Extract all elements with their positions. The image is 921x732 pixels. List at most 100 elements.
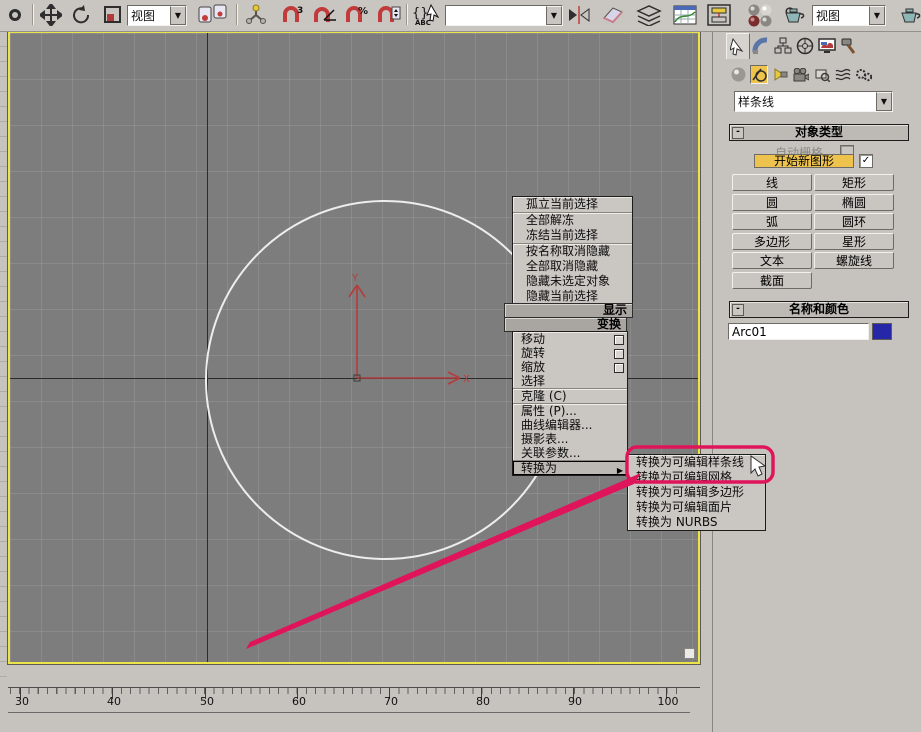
category-systems-icon[interactable]: [855, 65, 873, 84]
track-bar[interactable]: 30 40 50 60 70 80 90 100: [8, 687, 700, 714]
menu-item-dope-sheet[interactable]: 摄影表...: [513, 432, 627, 446]
window-left-edge: [0, 31, 7, 688]
chevron-down-icon[interactable]: ▼: [546, 6, 562, 25]
tab-utilities[interactable]: [838, 33, 860, 58]
menu-item-select[interactable]: 选择: [513, 374, 627, 389]
render-view-value: 视图: [813, 7, 869, 24]
submenu-item-editable-spline[interactable]: 转换为可编辑样条线: [628, 455, 765, 470]
mirror-icon[interactable]: [566, 3, 592, 27]
shape-category-dropdown[interactable]: 样条线 ▼: [734, 91, 893, 112]
rollout-object-type[interactable]: - 对象类型: [729, 124, 909, 141]
reference-coordinate-dropdown[interactable]: 视图 ▼: [127, 5, 187, 26]
quad-title-display[interactable]: 显示: [504, 303, 633, 318]
rollout-title: 对象类型: [795, 125, 843, 139]
render-view-dropdown[interactable]: 视图 ▼: [812, 5, 886, 26]
shape-button-arc[interactable]: 弧: [732, 213, 812, 230]
spinner-snap-icon[interactable]: [374, 3, 404, 27]
shape-button-section[interactable]: 截面: [732, 272, 812, 289]
menu-item-scale[interactable]: 缩放: [513, 360, 627, 374]
rollout-collapse-icon[interactable]: -: [732, 127, 744, 139]
quick-render-icon[interactable]: [898, 3, 921, 27]
start-new-shape-button[interactable]: 开始新图形: [754, 154, 854, 168]
chevron-down-icon[interactable]: ▼: [170, 6, 186, 25]
select-object-icon[interactable]: [2, 3, 28, 27]
shape-button-ellipse[interactable]: 椭圆: [814, 194, 894, 211]
menu-item-convert-to[interactable]: 转换为▶: [513, 461, 627, 475]
shape-button-rectangle[interactable]: 矩形: [814, 174, 894, 191]
shape-button-helix[interactable]: 螺旋线: [814, 252, 894, 269]
tab-create[interactable]: [726, 33, 750, 59]
material-editor-icon[interactable]: [744, 3, 776, 27]
menu-item-wire-parameters[interactable]: 关联参数...: [513, 446, 627, 461]
pivot-center-icon[interactable]: [196, 3, 230, 27]
svg-text:3: 3: [297, 6, 303, 16]
shape-button-donut[interactable]: 圆环: [814, 213, 894, 230]
category-spacewarps-icon[interactable]: [834, 65, 852, 84]
align-icon[interactable]: [600, 3, 626, 27]
curve-editor-icon[interactable]: [672, 3, 698, 27]
viewport-resize-handle[interactable]: [684, 648, 695, 659]
chevron-down-icon[interactable]: ▼: [869, 6, 885, 25]
category-geometry-icon[interactable]: [729, 65, 747, 84]
select-move-icon[interactable]: [38, 3, 64, 27]
select-scale-icon[interactable]: [100, 3, 126, 27]
layer-manager-icon[interactable]: [636, 3, 662, 27]
submenu-item-nurbs[interactable]: 转换为 NURBS: [628, 515, 765, 530]
named-selection-dropdown[interactable]: ▼: [445, 5, 563, 26]
menu-item-properties[interactable]: 属性 (P)...: [513, 404, 627, 418]
select-rotate-icon[interactable]: [68, 3, 94, 27]
menu-item[interactable]: 孤立当前选择: [513, 197, 632, 213]
ruler-label: 100: [658, 695, 679, 708]
quad-title-transform[interactable]: 变换: [504, 317, 627, 332]
menu-item-rotate[interactable]: 旋转: [513, 346, 627, 360]
object-name-input[interactable]: Arc01: [728, 323, 869, 340]
shape-button-line[interactable]: 线: [732, 174, 812, 191]
shape-button-star[interactable]: 星形: [814, 233, 894, 250]
menu-item-curve-editor[interactable]: 曲线编辑器...: [513, 418, 627, 432]
rollout-collapse-icon[interactable]: -: [732, 304, 744, 316]
ruler-label: 80: [476, 695, 490, 708]
tab-display[interactable]: [816, 33, 838, 58]
shape-button-circle[interactable]: 圆: [732, 194, 812, 211]
submenu-item-editable-mesh[interactable]: 转换为可编辑网格: [628, 470, 765, 485]
settings-box-icon[interactable]: [614, 363, 624, 373]
create-categories: [729, 65, 873, 84]
menu-item[interactable]: 按名称取消隐藏: [513, 244, 632, 259]
menu-item-move[interactable]: 移动: [513, 332, 627, 346]
object-color-swatch[interactable]: [872, 323, 892, 340]
ruler-label: 40: [107, 695, 121, 708]
category-lights-icon[interactable]: [771, 65, 789, 84]
shape-button-text[interactable]: 文本: [732, 252, 812, 269]
quad-menu-transform: 移动 旋转 缩放 选择 克隆 (C) 属性 (P)... 曲线编辑器... 摄影…: [512, 331, 628, 476]
schematic-view-icon[interactable]: [706, 3, 732, 27]
snap-toggle-3d-icon[interactable]: 3: [278, 3, 308, 27]
settings-box-icon[interactable]: [614, 349, 624, 359]
menu-item[interactable]: 隐藏未选定对象: [513, 274, 632, 289]
percent-snap-icon[interactable]: %: [342, 3, 372, 27]
angle-snap-icon[interactable]: [310, 3, 340, 27]
rollout-name-color[interactable]: - 名称和颜色: [729, 301, 909, 318]
chevron-down-icon[interactable]: ▼: [876, 92, 892, 111]
category-shapes-icon[interactable]: [750, 65, 768, 84]
3dsmax-window: 视图 ▼ 3 % {}ABC ▼: [0, 0, 921, 732]
tab-modify[interactable]: [750, 33, 772, 58]
menu-item[interactable]: 隐藏当前选择: [513, 289, 632, 304]
settings-box-icon[interactable]: [614, 335, 624, 345]
ruler-baseline: [8, 712, 690, 713]
menu-item[interactable]: 全部解冻: [513, 213, 632, 228]
shape-button-ngon[interactable]: 多边形: [732, 233, 812, 250]
convert-to-submenu: 转换为可编辑样条线 转换为可编辑网格 转换为可编辑多边形 转换为可编辑面片 转换…: [627, 454, 766, 531]
tab-motion[interactable]: [794, 33, 816, 58]
start-new-shape-checkbox[interactable]: ✓: [859, 154, 873, 168]
menu-item[interactable]: 全部取消隐藏: [513, 259, 632, 274]
category-helpers-icon[interactable]: [813, 65, 831, 84]
render-setup-icon[interactable]: [782, 3, 808, 27]
named-selection-icon[interactable]: {}ABC: [410, 3, 442, 27]
submenu-item-editable-poly[interactable]: 转换为可编辑多边形: [628, 485, 765, 500]
category-cameras-icon[interactable]: [792, 65, 810, 84]
tab-hierarchy[interactable]: [772, 33, 794, 58]
menu-item-clone[interactable]: 克隆 (C): [513, 389, 627, 404]
select-manipulate-icon[interactable]: [243, 3, 269, 27]
menu-item[interactable]: 冻结当前选择: [513, 228, 632, 244]
submenu-item-editable-patch[interactable]: 转换为可编辑面片: [628, 500, 765, 515]
